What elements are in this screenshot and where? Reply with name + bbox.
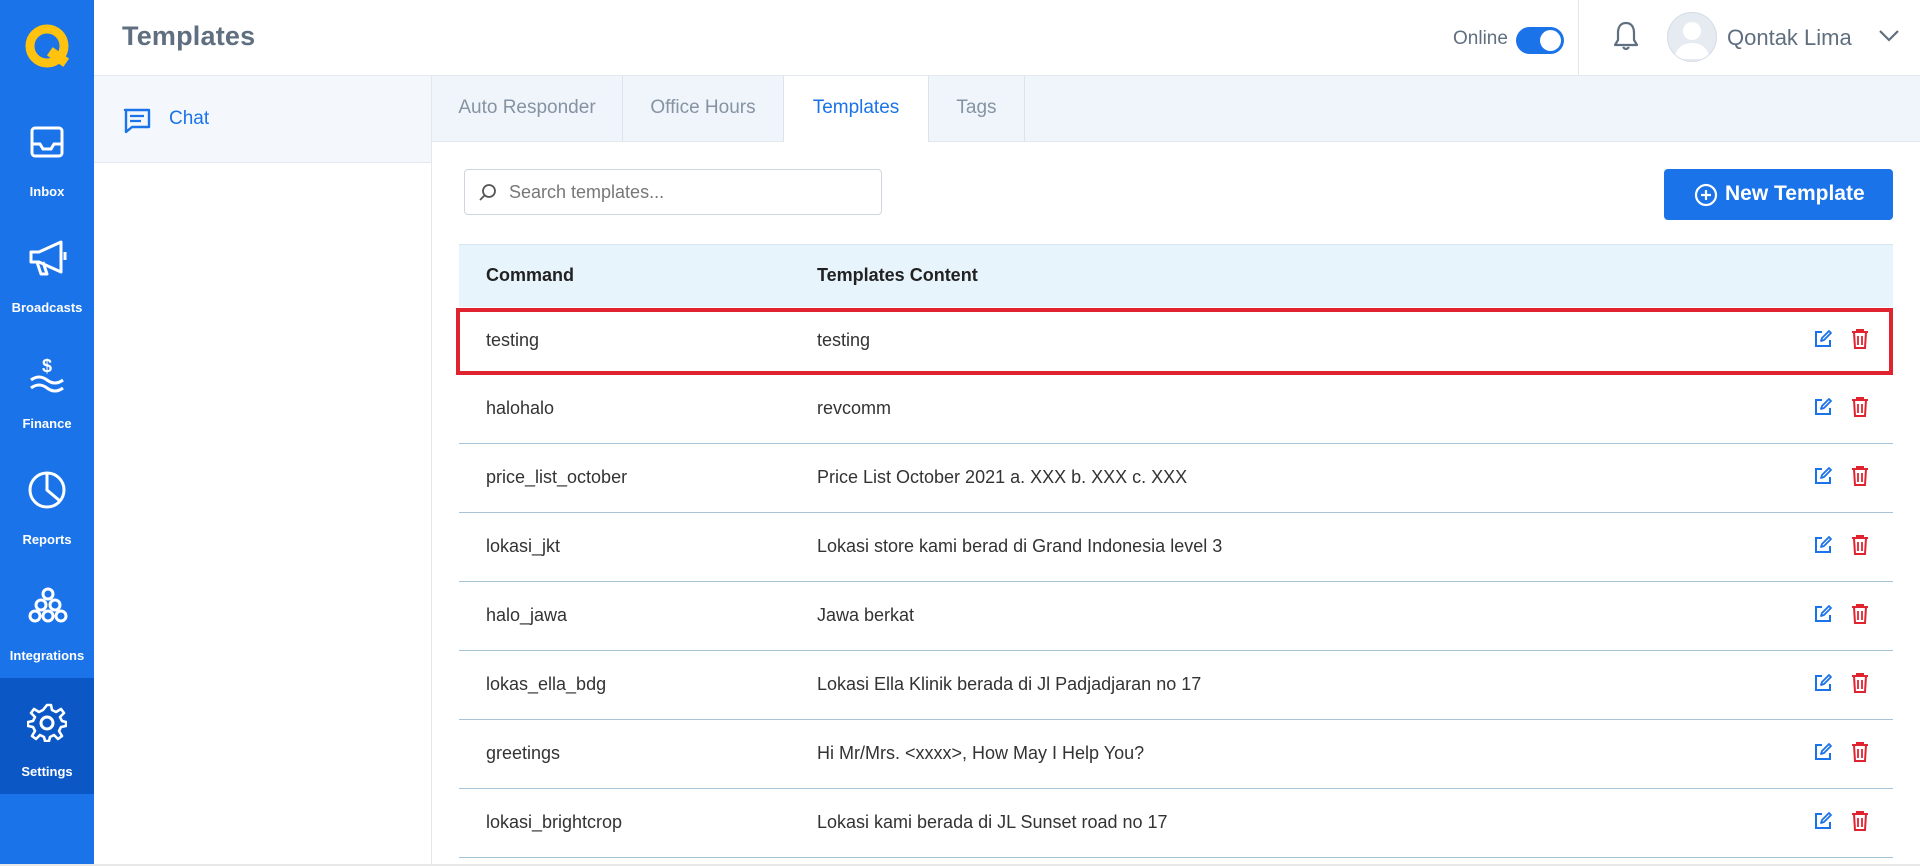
avatar[interactable] <box>1667 12 1717 62</box>
tab-bar: Auto Responder Office Hours Templates Ta… <box>432 76 1920 142</box>
table-row[interactable]: lokasi_jkt Lokasi store kami berad di Gra… <box>459 513 1893 582</box>
content-cell: testing <box>817 330 871 350</box>
tab-tags[interactable]: Tags <box>929 76 1025 141</box>
new-template-button[interactable]: New Template <box>1664 169 1893 220</box>
svg-text:$: $ <box>42 356 52 376</box>
column-header-content: Templates Content <box>817 265 978 285</box>
user-name[interactable]: Qontak Lima <box>1727 25 1852 51</box>
integrations-icon <box>28 587 68 623</box>
edit-icon[interactable] <box>1813 397 1833 422</box>
trash-icon[interactable] <box>1851 672 1869 699</box>
content-cell: Lokasi store kami berad di Grand Indones… <box>817 536 1223 556</box>
nav-item-settings[interactable]: Settings <box>0 678 94 794</box>
nav-item-label: Broadcasts <box>11 300 83 315</box>
edit-icon[interactable] <box>1813 329 1833 354</box>
edit-icon[interactable] <box>1813 466 1833 491</box>
plus-circle-icon <box>1694 183 1718 207</box>
table-row[interactable]: testing testing <box>456 307 1893 375</box>
page-title: Templates <box>122 21 256 51</box>
tab-templates[interactable]: Templates <box>784 76 929 142</box>
edit-icon[interactable] <box>1813 742 1833 767</box>
settings-subnav: Chat <box>94 76 432 866</box>
trash-icon[interactable] <box>1851 741 1869 768</box>
header-divider <box>1578 0 1579 75</box>
trash-icon[interactable] <box>1851 465 1869 492</box>
command-cell: lokasi_jkt <box>486 536 561 556</box>
online-toggle[interactable] <box>1516 27 1564 54</box>
command-cell: halo_jawa <box>486 605 568 625</box>
trash-icon[interactable] <box>1851 810 1869 837</box>
content-cell: Price List October 2021 a. XXX b. XXX c.… <box>817 467 1188 487</box>
search-icon <box>479 184 496 201</box>
subnav-item-chat[interactable]: Chat <box>94 76 431 163</box>
nav-item-inbox[interactable]: Inbox <box>0 98 94 214</box>
bell-icon[interactable] <box>1612 20 1640 57</box>
gear-icon <box>27 703 67 742</box>
nav-item-broadcasts[interactable]: Broadcasts <box>0 214 94 330</box>
nav-item-label: Inbox <box>29 184 65 199</box>
subnav-item-label: Chat <box>169 108 210 129</box>
table-row[interactable]: halo_jawa Jawa berkat <box>459 582 1893 651</box>
inbox-icon <box>30 126 64 158</box>
qontak-logo[interactable] <box>22 22 72 72</box>
user-icon <box>1674 22 1710 59</box>
chat-icon <box>123 108 151 134</box>
table-row[interactable]: greetings Hi Mr/Mrs. <xxxx>, How May I He… <box>459 720 1893 789</box>
tab-auto-responder[interactable]: Auto Responder <box>432 76 623 141</box>
new-template-label: New Template <box>1725 182 1865 205</box>
content-cell: Jawa berkat <box>817 605 915 625</box>
edit-icon[interactable] <box>1813 811 1833 836</box>
main-panel: Auto Responder Office Hours Templates Ta… <box>432 76 1920 866</box>
nav-item-label: Settings <box>21 764 73 779</box>
top-header: Templates Online Qontak Lima <box>94 0 1920 76</box>
content-cell: Hi Mr/Mrs. <xxxx>, How May I Help You? <box>817 743 1145 763</box>
nav-item-reports[interactable]: Reports <box>0 446 94 562</box>
command-cell: halohalo <box>486 398 555 418</box>
trash-icon[interactable] <box>1851 396 1869 423</box>
command-cell: price_list_october <box>486 467 628 487</box>
trash-icon[interactable] <box>1851 328 1869 355</box>
megaphone-icon <box>29 240 67 276</box>
edit-icon[interactable] <box>1813 535 1833 560</box>
online-label: Online <box>1453 28 1508 49</box>
command-cell: greetings <box>486 743 561 763</box>
column-header-command: Command <box>486 265 575 285</box>
trash-icon[interactable] <box>1851 603 1869 630</box>
search-input[interactable] <box>509 170 869 214</box>
content-cell: Lokasi kami berada di JL Sunset road no … <box>817 812 1168 832</box>
command-cell: lokas_ella_bdg <box>486 674 607 694</box>
edit-icon[interactable] <box>1813 604 1833 629</box>
command-cell: lokasi_brightcrop <box>486 812 623 832</box>
table-header: Command Templates Content <box>459 244 1893 307</box>
table-row[interactable]: price_list_october Price List October 202… <box>459 444 1893 513</box>
command-cell: testing <box>486 330 540 350</box>
toggle-knob <box>1540 30 1561 51</box>
table-row[interactable]: lokasi_brightcrop Lokasi kami berada di J… <box>459 789 1893 858</box>
content-cell: Lokasi Ella Klinik berada di Jl Padjadja… <box>817 674 1202 694</box>
finance-icon: $ <box>30 356 64 393</box>
table-row[interactable]: halohalo revcomm <box>459 375 1893 444</box>
pie-chart-icon <box>28 471 66 509</box>
nav-rail: Inbox Broadcasts $ Finance Reports Integ… <box>0 0 94 866</box>
tab-office-hours[interactable]: Office Hours <box>623 76 784 141</box>
templates-table: Command Templates Content testing testing… <box>456 244 1893 858</box>
table-row[interactable]: lokas_ella_bdg Lokasi Ella Klinik berada … <box>459 651 1893 720</box>
chevron-down-icon[interactable] <box>1878 29 1900 48</box>
content-cell: revcomm <box>817 398 892 418</box>
trash-icon[interactable] <box>1851 534 1869 561</box>
nav-item-label: Reports <box>22 532 72 547</box>
nav-item-integrations[interactable]: Integrations <box>0 562 94 678</box>
nav-item-label: Finance <box>22 416 72 431</box>
search-box <box>464 169 882 215</box>
nav-item-label: Integrations <box>9 648 85 663</box>
nav-item-finance[interactable]: $ Finance <box>0 330 94 446</box>
selection-highlight <box>456 308 1893 375</box>
edit-icon[interactable] <box>1813 673 1833 698</box>
